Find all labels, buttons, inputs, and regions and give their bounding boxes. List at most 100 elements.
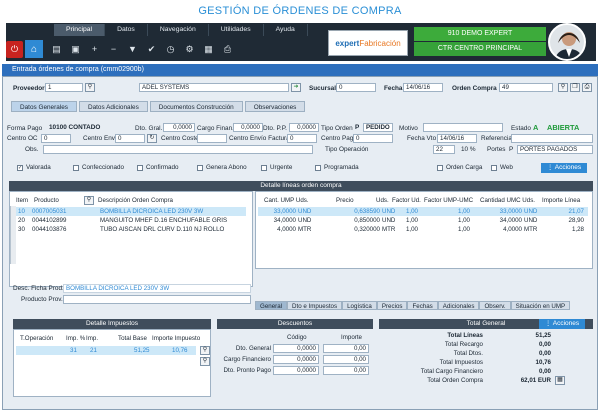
add-icon[interactable]: + <box>85 40 104 58</box>
check-genera-abono[interactable]: Genera Abono <box>197 164 247 171</box>
calculator-icon[interactable]: ▦ <box>555 376 565 385</box>
dto-general-codigo[interactable]: 0,0000 <box>273 344 319 353</box>
cargo-finan-input[interactable]: 0,0000 <box>233 123 263 132</box>
center-name[interactable]: CTR CENTRO PRINCIPAL <box>414 42 546 56</box>
toolbar-icons: ⏻ ⌂ ▤ ▣ + − ▼ ✔ ◷ ⚙ ▦ ⎙ <box>6 38 237 60</box>
check-valorada[interactable]: ✓ Valorada <box>17 164 51 171</box>
menu-ayuda[interactable]: Ayuda <box>264 24 308 36</box>
total-acciones-button[interactable]: ⋮ Acciones <box>539 319 585 329</box>
fecha-input[interactable]: 14/06/16 <box>403 83 443 92</box>
percent-value: 10 % <box>461 146 476 153</box>
orden-input[interactable]: 49 <box>499 83 553 92</box>
tab-datos-adicionales[interactable]: Datos Adicionales <box>78 101 148 112</box>
dto-pronto-pago-codigo[interactable]: 0,0000 <box>273 366 319 375</box>
refresh-icon[interactable]: ↻ <box>147 134 157 143</box>
search-icon[interactable]: ⚲ <box>85 83 95 92</box>
proveedor-code-input[interactable]: 1 <box>45 83 83 92</box>
tab-situacion[interactable]: Situación en UMP <box>510 301 571 310</box>
referencia-input[interactable] <box>511 134 593 143</box>
settings-icon[interactable]: ⚙ <box>180 40 199 58</box>
desc-ficha-value[interactable]: BOMBILLA DICROICA LED 230V 3W <box>63 284 251 293</box>
table-row[interactable]: 31 21 51,25 10,76 <box>16 346 196 355</box>
portes-input[interactable]: PORTES PAGADOS <box>517 145 593 154</box>
remove-icon[interactable]: − <box>104 40 123 58</box>
document-icon[interactable]: ▦ <box>199 40 218 58</box>
dto-pp-input[interactable]: 0,0000 <box>289 123 319 132</box>
table-row[interactable]: 33,0000 UND 0,638590 UND 1,00 1,00 33,0000 U… <box>258 207 588 216</box>
filter-icon[interactable]: ▼ <box>123 40 142 58</box>
acciones-button[interactable]: ⋮ Acciones <box>541 163 587 173</box>
table-row[interactable]: 34,0000 UND 0,850000 UND 1,00 1,00 34,0000 U… <box>258 216 588 225</box>
row-selector[interactable] <box>10 206 16 264</box>
home-icon[interactable]: ⌂ <box>25 40 43 58</box>
estado-label: Estado <box>511 125 531 132</box>
search-icon[interactable]: ⚲ <box>200 357 210 366</box>
centro-oc-label: Centro OC <box>7 135 38 142</box>
tab-logistica[interactable]: Logística <box>342 301 377 310</box>
tab-observaciones[interactable]: Observaciones <box>244 101 306 112</box>
portes-code[interactable]: P <box>509 146 513 153</box>
search-icon[interactable]: ⚲ <box>558 83 568 92</box>
tab-precios[interactable]: Precios <box>376 301 408 310</box>
open-file-icon[interactable]: ▤ <box>47 40 66 58</box>
centro-coste-input[interactable] <box>197 134 227 143</box>
tab-dto-impuestos[interactable]: Dto e Impuestos <box>287 301 343 310</box>
power-icon[interactable]: ⏻ <box>6 40 23 58</box>
save-icon[interactable]: ▣ <box>66 40 85 58</box>
tab-documentos-construccion[interactable]: Documentos Construcción <box>149 101 243 112</box>
arrow-right-icon[interactable]: ➜ <box>291 83 301 92</box>
centro-envio-input[interactable]: 0 <box>115 134 145 143</box>
centro-envio-factura-input[interactable]: 0 <box>287 134 317 143</box>
clock-icon[interactable]: ◷ <box>161 40 180 58</box>
fecha-vto-input[interactable]: 14/06/16 <box>437 134 477 143</box>
proveedor-name-input[interactable]: ADEL SYSTEMS <box>139 83 289 92</box>
table-row[interactable]: 10 0007005031 BOMBILLA DICROICA LED 230V… <box>16 207 246 216</box>
check-confeccionado[interactable]: Confeccionado <box>73 164 124 171</box>
tab-observ[interactable]: Observ. <box>479 301 511 310</box>
search-icon[interactable]: ⚲ <box>200 346 210 355</box>
estado-value: ABIERTA <box>547 123 580 132</box>
dto-gral-input[interactable]: 0,0000 <box>163 123 195 132</box>
check-confirmado[interactable]: Confirmado <box>137 164 179 171</box>
check-urgente[interactable]: Urgente <box>261 164 292 171</box>
search-icon[interactable]: ⚲ <box>84 196 94 205</box>
copy-icon[interactable]: ❐ <box>570 83 580 92</box>
confirm-icon[interactable]: ✔ <box>142 40 161 58</box>
menu-datos[interactable]: Datos <box>105 24 148 36</box>
tipo-orden-code[interactable]: P <box>355 124 359 131</box>
dto-pronto-pago-label: Dto. Pronto Pago <box>223 367 271 374</box>
tab-datos-generales[interactable]: Datos Generales <box>11 101 77 112</box>
tab-general[interactable]: General <box>255 301 288 310</box>
cargo-financiero-importe[interactable]: 0,00 <box>323 355 369 364</box>
check-web[interactable]: Web <box>491 164 513 171</box>
check-programada[interactable]: Programada <box>315 164 359 171</box>
obs-input[interactable] <box>43 145 313 154</box>
check-orden-carga[interactable]: Orden Carga <box>437 164 482 171</box>
centro-oc-input[interactable]: 0 <box>41 134 71 143</box>
motivo-input[interactable] <box>423 123 503 132</box>
company-name[interactable]: 910 DEMO EXPERT <box>414 27 546 41</box>
cargo-financiero-codigo[interactable]: 0,0000 <box>273 355 319 364</box>
menu-navegacion[interactable]: Navegación <box>148 24 209 36</box>
total-recargo-value: 0,00 <box>538 341 551 348</box>
centro-pago-input[interactable]: 0 <box>353 134 393 143</box>
table-row[interactable]: 20 0044102899 MANGUITO MHEF D.16 ENCHUFA… <box>16 216 246 225</box>
forma-pago-value[interactable]: 10100 CONTADO <box>49 124 100 131</box>
menu-utilidades[interactable]: Utilidades <box>209 24 264 36</box>
tab-adicionales[interactable]: Adicionales <box>437 301 480 310</box>
tipo-operacion-input[interactable]: 22 <box>433 145 455 154</box>
table-row[interactable]: 4,0000 MTR 0,320000 MTR 1,00 1,00 4,0000 MTR… <box>258 225 588 234</box>
print-icon[interactable]: ⎙ <box>582 83 592 92</box>
dto-general-importe[interactable]: 0,00 <box>323 344 369 353</box>
tipo-orden-input[interactable]: PEDIDO <box>363 123 393 132</box>
dto-pronto-pago-importe[interactable]: 0,00 <box>323 366 369 375</box>
centro-envio-factura-label: Centro Envío Factura <box>229 135 290 142</box>
producto-prov-input[interactable] <box>63 295 251 304</box>
dto-gral-label: Dto. Gral. <box>135 125 163 132</box>
table-row[interactable]: 30 0044103876 TUBO AISCAN DRL CURV D.110… <box>16 225 246 234</box>
tab-fechas[interactable]: Fechas <box>407 301 438 310</box>
menu-principal[interactable]: Principal <box>54 24 106 36</box>
print-icon[interactable]: ⎙ <box>218 40 237 58</box>
sucursal-input[interactable]: 0 <box>336 83 376 92</box>
avatar[interactable] <box>548 23 586 61</box>
